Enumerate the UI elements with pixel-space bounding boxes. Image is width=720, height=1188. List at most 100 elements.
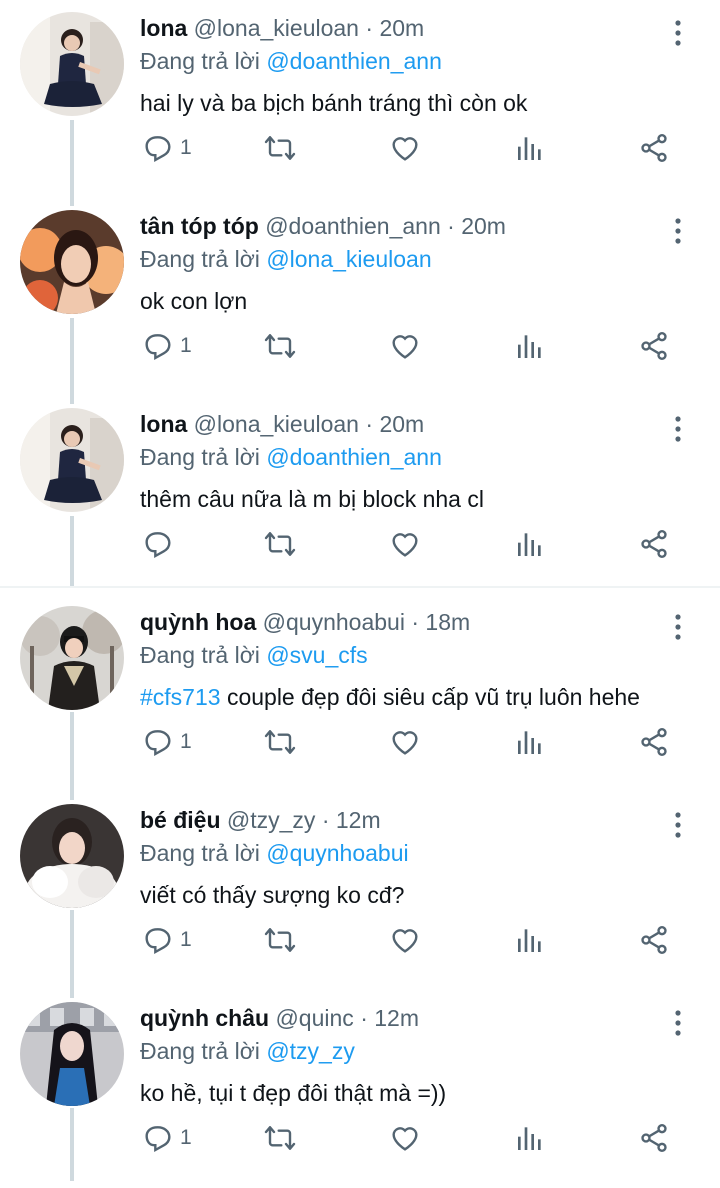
avatar[interactable] xyxy=(20,408,124,512)
views-button[interactable] xyxy=(514,1118,546,1158)
display-name[interactable]: lona xyxy=(140,15,187,41)
share-button[interactable] xyxy=(638,326,670,366)
replying-to: Đang trả lời @lona_kieuloan xyxy=(140,243,432,275)
analytics-icon xyxy=(514,528,546,560)
user-handle[interactable]: @lona_kieuloan xyxy=(194,411,359,437)
more-vertical-icon[interactable] xyxy=(666,18,690,48)
timestamp[interactable]: 20m xyxy=(461,213,506,239)
more-vertical-icon[interactable] xyxy=(666,216,690,246)
display-name[interactable]: bé điệu xyxy=(140,807,221,833)
reply-tweet[interactable]: bé điệu @tzy_zy · 12m Đang trả lời @quynh… xyxy=(0,792,720,990)
reply-count: 1 xyxy=(180,730,192,753)
share-icon xyxy=(638,726,670,758)
mention-link[interactable]: @lona_kieuloan xyxy=(266,246,431,272)
tweet-text: ok con lợn xyxy=(140,285,247,317)
mention-link[interactable]: @svu_cfs xyxy=(266,642,367,668)
user-handle[interactable]: @quinc xyxy=(275,1005,353,1031)
user-handle[interactable]: @tzy_zy xyxy=(227,807,316,833)
timestamp[interactable]: 12m xyxy=(336,807,381,833)
mention-link[interactable]: @tzy_zy xyxy=(266,1038,355,1064)
like-button[interactable] xyxy=(389,1118,421,1158)
share-button[interactable] xyxy=(638,920,670,960)
retweet-button[interactable] xyxy=(264,1118,296,1158)
action-bar: 1 xyxy=(140,326,700,366)
replying-to-label: Đang trả lời xyxy=(140,246,260,272)
more-vertical-icon[interactable] xyxy=(666,612,690,642)
reply-tweet[interactable]: quỳnh châu @quinc · 12m Đang trả lời @tzy… xyxy=(0,990,720,1188)
more-vertical-icon[interactable] xyxy=(666,1008,690,1038)
timestamp[interactable]: 12m xyxy=(374,1005,419,1031)
analytics-icon xyxy=(514,924,546,956)
reply-icon xyxy=(142,132,174,164)
share-button[interactable] xyxy=(638,128,670,168)
retweet-icon xyxy=(264,330,296,362)
mention-link[interactable]: @quynhoabui xyxy=(266,840,408,866)
share-icon xyxy=(638,1122,670,1154)
reply-button[interactable]: 1 xyxy=(142,128,192,168)
avatar[interactable] xyxy=(20,12,124,116)
reply-tweet[interactable]: lona @lona_kieuloan · 20m Đang trả lời @d… xyxy=(0,0,720,198)
views-button[interactable] xyxy=(514,128,546,168)
replying-to-label: Đang trả lời xyxy=(140,48,260,74)
retweet-icon xyxy=(264,726,296,758)
views-button[interactable] xyxy=(514,524,546,564)
tweet-body: viết có thấy sượng ko cđ? xyxy=(140,882,405,908)
timestamp[interactable]: 20m xyxy=(379,15,424,41)
user-handle[interactable]: @doanthien_ann xyxy=(265,213,441,239)
like-button[interactable] xyxy=(389,128,421,168)
user-handle[interactable]: @lona_kieuloan xyxy=(194,15,359,41)
share-icon xyxy=(638,528,670,560)
more-vertical-icon[interactable] xyxy=(666,414,690,444)
views-button[interactable] xyxy=(514,722,546,762)
share-button[interactable] xyxy=(638,722,670,762)
user-handle[interactable]: @quynhoabui xyxy=(263,609,405,635)
reply-icon xyxy=(142,528,174,560)
display-name[interactable]: quỳnh hoa xyxy=(140,609,256,635)
retweet-button[interactable] xyxy=(264,524,296,564)
reply-tweet[interactable]: quỳnh hoa @quynhoabui · 18m Đang trả lời … xyxy=(0,594,720,792)
reply-button[interactable]: 1 xyxy=(142,326,192,366)
mention-link[interactable]: @doanthien_ann xyxy=(266,444,442,470)
reply-button[interactable]: 1 xyxy=(142,1118,192,1158)
avatar[interactable] xyxy=(20,1002,124,1106)
timestamp[interactable]: 18m xyxy=(425,609,470,635)
views-button[interactable] xyxy=(514,326,546,366)
display-name[interactable]: lona xyxy=(140,411,187,437)
like-button[interactable] xyxy=(389,524,421,564)
like-button[interactable] xyxy=(389,722,421,762)
reply-icon xyxy=(142,330,174,362)
reply-button[interactable]: 1 xyxy=(142,920,192,960)
reply-button[interactable]: 1 xyxy=(142,722,192,762)
share-button[interactable] xyxy=(638,1118,670,1158)
share-icon xyxy=(638,924,670,956)
retweet-button[interactable] xyxy=(264,920,296,960)
heart-icon xyxy=(389,132,421,164)
views-button[interactable] xyxy=(514,920,546,960)
hashtag-link[interactable]: #cfs713 xyxy=(140,684,221,710)
avatar[interactable] xyxy=(20,210,124,314)
retweet-button[interactable] xyxy=(264,326,296,366)
tweet-body: thêm câu nữa là m bị block nha cl xyxy=(140,486,484,512)
display-name[interactable]: tân tóp tóp xyxy=(140,213,259,239)
reply-tweet[interactable]: tân tóp tóp @doanthien_ann · 20m Đang trả… xyxy=(0,198,720,396)
more-vertical-icon[interactable] xyxy=(666,810,690,840)
like-button[interactable] xyxy=(389,920,421,960)
display-name[interactable]: quỳnh châu xyxy=(140,1005,269,1031)
like-button[interactable] xyxy=(389,326,421,366)
tweet-header: tân tóp tóp @doanthien_ann · 20m xyxy=(140,210,506,242)
reply-count: 1 xyxy=(180,334,192,357)
separator-dot: · xyxy=(365,15,374,41)
timestamp[interactable]: 20m xyxy=(379,411,424,437)
share-icon xyxy=(638,132,670,164)
retweet-button[interactable] xyxy=(264,722,296,762)
mention-link[interactable]: @doanthien_ann xyxy=(266,48,442,74)
share-button[interactable] xyxy=(638,524,670,564)
replying-to-label: Đang trả lời xyxy=(140,642,260,668)
avatar[interactable] xyxy=(20,606,124,710)
retweet-button[interactable] xyxy=(264,128,296,168)
avatar[interactable] xyxy=(20,804,124,908)
replying-to: Đang trả lời @doanthien_ann xyxy=(140,45,442,77)
reply-tweet[interactable]: lona @lona_kieuloan · 20m Đang trả lời @d… xyxy=(0,396,720,594)
analytics-icon xyxy=(514,1122,546,1154)
reply-button[interactable] xyxy=(142,524,180,564)
